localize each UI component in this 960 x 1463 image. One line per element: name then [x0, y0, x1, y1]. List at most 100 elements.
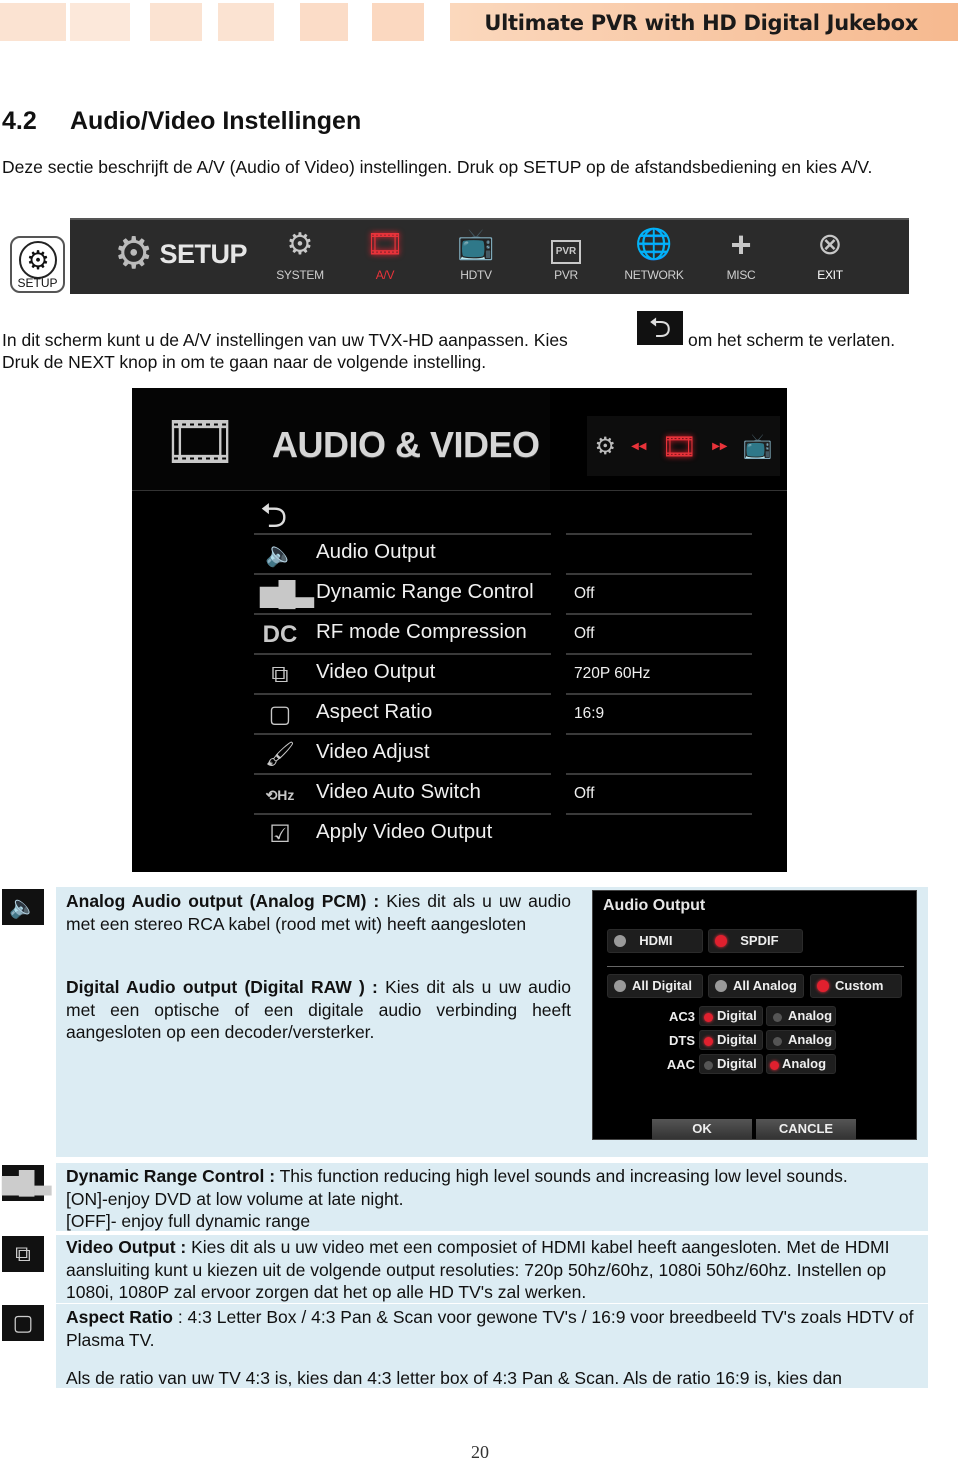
video-output-text: Kies dit als u uw video met een composie…	[66, 1237, 890, 1303]
header-deco-block	[0, 3, 66, 41]
radio-off-icon	[614, 980, 626, 992]
aspect-text: : 4:3 Letter Box / 4:3 Pan & Scan voor g…	[66, 1307, 914, 1350]
video-output-description: Video Output : Kies dit als u uw video m…	[66, 1236, 926, 1304]
radio-label: Digital	[717, 1056, 757, 1071]
windows-icon: ⧉	[2, 1236, 44, 1272]
menu-item-misc[interactable]: + MISC	[701, 224, 781, 283]
drc-text: This function reducing high level sounds…	[275, 1166, 848, 1186]
radio-ac3-analog[interactable]: Analog	[766, 1006, 836, 1026]
intro-paragraph: Deze sectie beschrijft de A/V (Audio of …	[2, 157, 873, 177]
av-row-aspect-ratio[interactable]: ▢ Aspect Ratio 16:9	[254, 693, 754, 733]
menu-item-av[interactable]: 🎞 A/V	[345, 226, 425, 282]
tv-icon[interactable]: 📺	[743, 432, 773, 461]
frame-icon: ▢	[268, 701, 292, 728]
header-deco-block	[372, 3, 424, 41]
row-value: Off	[574, 585, 595, 602]
menu-item-label: EXIT	[817, 268, 843, 282]
radio-label: Analog	[788, 1032, 833, 1047]
analog-audio-heading: Analog Audio output (Analog PCM) :	[66, 891, 380, 911]
radio-label: Digital	[717, 1008, 757, 1023]
monitor-check-icon: ☑	[269, 821, 291, 848]
radio-all-digital[interactable]: All Digital	[607, 974, 703, 998]
bars-icon: ▆█▃	[2, 1165, 51, 1201]
row-label: Apply Video Output	[316, 820, 493, 843]
divider	[254, 693, 551, 695]
digital-audio-heading: Digital Audio output (Digital RAW ) :	[66, 977, 378, 997]
radio-label: Analog	[788, 1008, 833, 1023]
divider	[254, 533, 551, 535]
instruction-line2: Druk de NEXT knop in om te gaan naar de …	[2, 352, 487, 372]
close-icon: ⊗	[817, 228, 843, 261]
windows-icon: ⧉	[271, 661, 289, 688]
section-title: Audio/Video Instellingen	[70, 107, 362, 135]
dolby-icon: DC	[262, 621, 298, 648]
av-row-video-output[interactable]: ⧉ Video Output 720P 60Hz	[254, 653, 754, 693]
radio-off-icon	[773, 1037, 782, 1046]
instruction-text-part2: om het scherm te verlaten.	[688, 330, 896, 350]
radio-all-analog[interactable]: All Analog	[708, 974, 804, 998]
radio-dts-analog[interactable]: Analog	[766, 1030, 836, 1050]
header-deco-block	[150, 3, 202, 41]
film-speaker-icon: 🎞	[365, 228, 405, 261]
radio-ac3-digital[interactable]: Digital	[699, 1006, 763, 1026]
next-icon: ▶▶	[712, 440, 728, 452]
av-row-video-auto-switch[interactable]: ⟲Hz Video Auto Switch Off	[254, 773, 754, 813]
radio-label: All Analog	[733, 978, 797, 993]
header-deco-block	[70, 3, 130, 41]
radio-on-icon	[817, 980, 829, 992]
radio-hdmi[interactable]: HDMI	[607, 929, 703, 953]
row-label: Video Output	[316, 660, 436, 683]
divider	[254, 813, 551, 815]
header-deco-block	[218, 3, 274, 41]
radio-aac-digital[interactable]: Digital	[699, 1054, 763, 1074]
menu-item-hdtv[interactable]: 📺 HDTV	[436, 226, 516, 282]
av-row-apply-video-output[interactable]: ☑ Apply Video Output	[254, 813, 754, 853]
dialog-ok-button[interactable]: OK	[652, 1119, 752, 1139]
codec-label-aac: AAC	[666, 1057, 695, 1072]
hz-switch-icon: ⟲Hz	[265, 787, 295, 803]
radio-aac-analog[interactable]: Analog	[766, 1054, 836, 1074]
av-row-dynamic-range-control[interactable]: ▆█▃ Dynamic Range Control Off	[254, 573, 754, 613]
radio-spdif[interactable]: SPDIF	[708, 929, 803, 953]
audio-output-dialog: Audio Output HDMI SPDIF All Digital All …	[592, 890, 917, 1140]
menu-item-system[interactable]: ⚙ SYSTEM	[260, 226, 340, 282]
divider	[254, 773, 551, 775]
page-number: 20	[471, 1442, 489, 1462]
menu-item-exit[interactable]: ⊗ EXIT	[790, 226, 870, 282]
menu-item-label: MISC	[726, 268, 756, 282]
av-header: 🎞 AUDIO & VIDEO	[132, 388, 550, 490]
radio-custom[interactable]: Custom	[810, 974, 902, 998]
av-row-audio-output[interactable]: 🔈 Audio Output	[254, 533, 754, 573]
codec-label-dts: DTS	[669, 1033, 695, 1048]
radio-label: Digital	[717, 1032, 757, 1047]
av-row-rf-mode-compression[interactable]: DC RF mode Compression Off	[254, 613, 754, 653]
setup-menu-bar: ⚙ SETUP ⚙ SYSTEM 🎞 A/V 📺 HDTV PVR PVR 🌐 …	[70, 218, 909, 294]
radio-label: All Digital	[632, 978, 692, 993]
menu-item-label: A/V	[375, 268, 395, 282]
radio-label: Analog	[782, 1056, 827, 1071]
av-row-video-adjust[interactable]: 🖌 Video Adjust	[254, 733, 754, 773]
radio-dts-digital[interactable]: Digital	[699, 1030, 763, 1050]
radio-label: HDMI	[639, 933, 673, 948]
drc-description: Dynamic Range Control : This function re…	[66, 1165, 926, 1233]
divider	[254, 733, 551, 735]
divider	[607, 966, 904, 967]
pvr-icon: PVR	[526, 226, 606, 264]
divider	[254, 613, 551, 615]
av-settings-screen: 🎞 AUDIO & VIDEO ⚙ ◀◀ 🎞 ▶▶ 📺 ⮌ 🔈 Audio Ou…	[132, 388, 787, 872]
row-value: 16:9	[574, 705, 605, 722]
film-speaker-icon[interactable]: 🎞	[662, 430, 698, 463]
radio-off-icon	[773, 1013, 782, 1022]
codec-label-ac3: AC3	[668, 1009, 695, 1024]
row-value: Off	[574, 785, 595, 802]
brush-icon: 🖌	[264, 741, 296, 768]
globe-icon: 🌐	[635, 228, 673, 261]
menu-item-pvr[interactable]: PVR PVR	[526, 226, 606, 282]
dialog-cancel-button[interactable]: CANCLE	[756, 1119, 856, 1139]
plus-icon: +	[730, 224, 752, 265]
setup-title-text: SETUP	[159, 238, 247, 269]
menu-item-network[interactable]: 🌐 NETWORK	[614, 226, 694, 282]
av-nav-strip: ⚙ ◀◀ 🎞 ▶▶ 📺	[587, 416, 780, 476]
radio-off-icon	[704, 1061, 713, 1070]
gears-icon[interactable]: ⚙	[595, 432, 617, 461]
